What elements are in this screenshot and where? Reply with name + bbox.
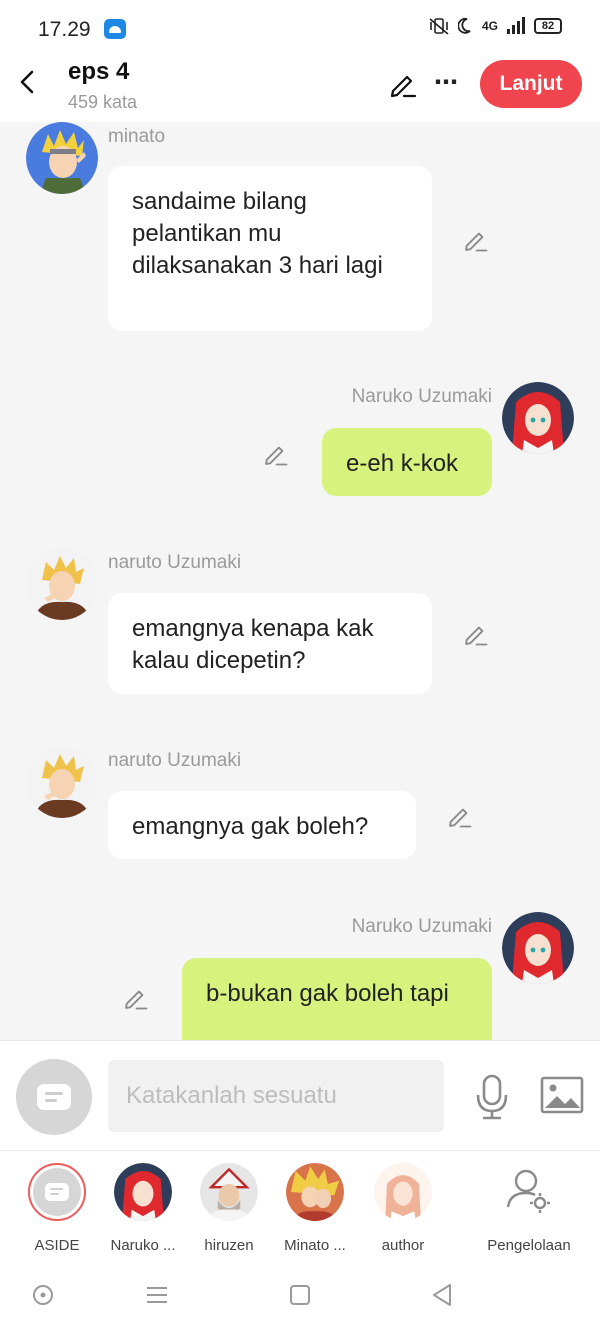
edit-message-icon[interactable] [262, 440, 290, 468]
editor-header: eps 4 459 kata ⋯ Lanjut [0, 56, 600, 122]
chat-area[interactable]: minato sandaime bilang pelantikan mu dil… [0, 122, 600, 1040]
avatar-naruko [114, 1163, 172, 1221]
message-bubble[interactable]: sandaime bilang pelantikan mu dilaksanak… [108, 166, 432, 331]
avatar-hiruzen [200, 1163, 258, 1221]
manage-characters-button[interactable]: Pengelolaan [482, 1163, 576, 1254]
character-label: author [381, 1237, 425, 1254]
speaker-name: naruto Uzumaki [108, 552, 242, 573]
lanjut-button[interactable]: Lanjut [480, 60, 582, 108]
character-selector: ASIDE Naruko ... hiruzen Minato ... auth… [0, 1150, 600, 1260]
more-options-button[interactable]: ⋯ [434, 68, 459, 97]
character-author[interactable]: author [358, 1163, 448, 1254]
assistant-circle-icon[interactable] [30, 1282, 56, 1308]
status-time: 17.29 [38, 18, 91, 41]
home-square-icon[interactable] [287, 1282, 313, 1308]
moon-icon [457, 17, 471, 34]
avatar-naruto[interactable] [26, 548, 98, 620]
character-label: ASIDE [34, 1237, 80, 1254]
edit-message-icon[interactable] [462, 226, 490, 254]
character-aside[interactable]: ASIDE [12, 1163, 102, 1254]
speaker-name: Naruko Uzumaki [351, 386, 492, 407]
microphone-icon[interactable] [472, 1073, 512, 1121]
edit-message-icon[interactable] [122, 984, 150, 1012]
battery-icon: 82 [534, 18, 562, 34]
status-icons: 4G 82 [428, 17, 562, 35]
character-minato[interactable]: Minato ... [270, 1163, 360, 1254]
back-arrow-icon[interactable] [16, 68, 40, 96]
message-bubble[interactable]: b-bukan gak boleh tapi [182, 958, 492, 1040]
character-label: Naruko ... [110, 1237, 176, 1254]
avatar-author [374, 1163, 432, 1221]
system-navigation-bar [0, 1260, 600, 1333]
edit-pen-icon[interactable] [388, 69, 418, 99]
speaker-name: naruto Uzumaki [108, 750, 242, 771]
aside-avatar [28, 1163, 86, 1221]
back-triangle-icon[interactable] [430, 1282, 456, 1308]
network-type-text: 4G [481, 19, 498, 33]
vibrate-icon [429, 18, 449, 35]
manage-user-gear-icon [500, 1163, 558, 1221]
word-count: 459 kata [68, 92, 138, 112]
edit-message-icon[interactable] [446, 802, 474, 830]
message-bubble[interactable]: emangnya gak boleh? [108, 791, 416, 859]
avatar-naruko[interactable] [502, 382, 574, 454]
aside-toggle-button[interactable] [16, 1059, 92, 1135]
message-icon [37, 1084, 71, 1110]
message-bubble[interactable]: emangnya kenapa kak kalau dicepetin? [108, 593, 432, 694]
character-label: Pengelolaan [487, 1237, 571, 1254]
episode-title: eps 4 [68, 58, 130, 85]
avatar-minato[interactable] [26, 122, 98, 194]
speaker-name: Naruko Uzumaki [351, 916, 492, 937]
avatar-naruto[interactable] [26, 746, 98, 818]
speaker-name: minato [108, 126, 166, 147]
character-label: Minato ... [284, 1237, 346, 1254]
menu-lines-icon[interactable] [144, 1282, 170, 1308]
message-input[interactable] [108, 1060, 444, 1132]
avatar-naruko[interactable] [502, 912, 574, 984]
status-bar: 17.29 4G 82 [0, 0, 600, 56]
message-bubble[interactable]: e-eh k-kok [322, 428, 492, 496]
character-label: hiruzen [204, 1237, 254, 1254]
image-icon[interactable] [540, 1075, 584, 1115]
message-icon [45, 1183, 69, 1201]
signal-icon [507, 17, 525, 34]
character-hiruzen[interactable]: hiruzen [184, 1163, 274, 1254]
character-naruko[interactable]: Naruko ... [98, 1163, 188, 1254]
app-notification-icon [104, 19, 126, 39]
edit-message-icon[interactable] [462, 620, 490, 648]
message-input-bar [0, 1040, 600, 1150]
avatar-minato [286, 1163, 344, 1221]
